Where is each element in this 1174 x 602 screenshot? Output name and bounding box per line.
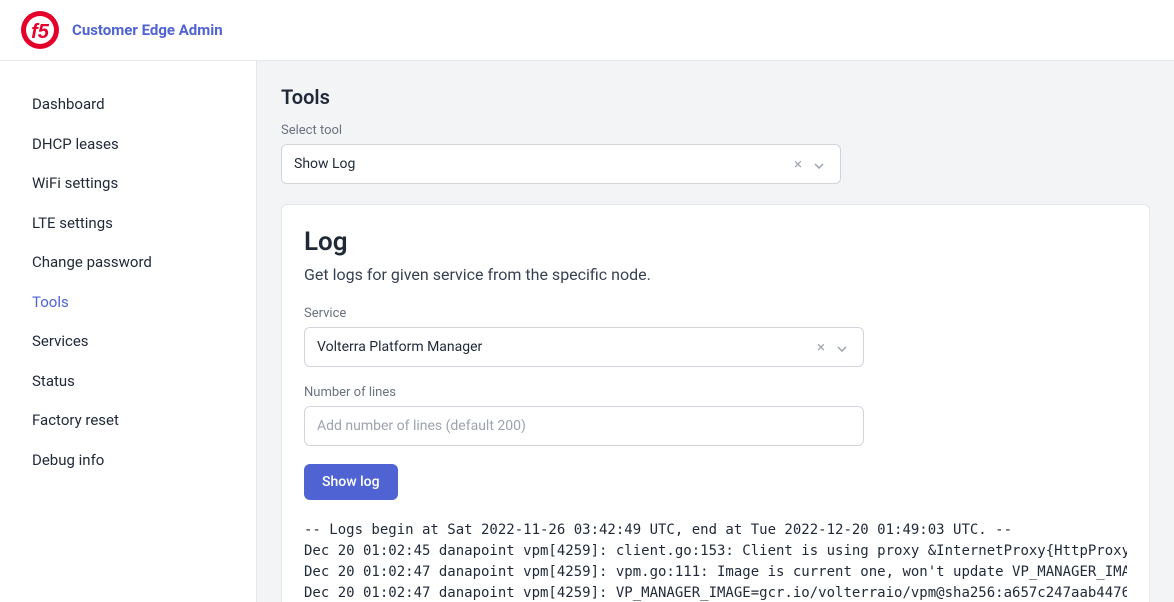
sidebar: Dashboard DHCP leases WiFi settings LTE … xyxy=(0,61,257,602)
sidebar-item-lte-settings[interactable]: LTE settings xyxy=(0,204,256,244)
clear-icon[interactable]: × xyxy=(809,340,833,355)
chevron-down-icon[interactable] xyxy=(810,156,828,172)
page-title: Tools xyxy=(281,85,1150,109)
service-select[interactable]: Volterra Platform Manager × xyxy=(304,327,864,367)
service-label: Service xyxy=(304,306,1127,321)
show-log-button[interactable]: Show log xyxy=(304,464,398,500)
header: f5 Customer Edge Admin xyxy=(0,0,1174,61)
select-tool[interactable]: Show Log × xyxy=(281,144,841,184)
app-title: Customer Edge Admin xyxy=(72,21,223,39)
tool-select-group: Select tool Show Log × xyxy=(281,123,841,184)
sidebar-item-debug-info[interactable]: Debug info xyxy=(0,441,256,481)
svg-text:f5: f5 xyxy=(31,21,50,43)
sidebar-item-change-password[interactable]: Change password xyxy=(0,243,256,283)
sidebar-item-factory-reset[interactable]: Factory reset xyxy=(0,401,256,441)
sidebar-item-tools[interactable]: Tools xyxy=(0,283,256,323)
log-panel: Log Get logs for given service from the … xyxy=(281,204,1150,602)
f5-logo: f5 xyxy=(20,10,60,50)
lines-input[interactable] xyxy=(304,406,864,446)
service-select-value: Volterra Platform Manager xyxy=(317,339,809,355)
sidebar-item-status[interactable]: Status xyxy=(0,362,256,402)
sidebar-item-dashboard[interactable]: Dashboard xyxy=(0,85,256,125)
sidebar-item-wifi-settings[interactable]: WiFi settings xyxy=(0,164,256,204)
log-output: -- Logs begin at Sat 2022-11-26 03:42:49… xyxy=(304,520,1127,602)
select-tool-value: Show Log xyxy=(294,156,786,172)
lines-label: Number of lines xyxy=(304,385,1127,400)
main: Tools Select tool Show Log × Log Get log… xyxy=(257,61,1174,602)
chevron-down-icon[interactable] xyxy=(833,339,851,355)
clear-icon[interactable]: × xyxy=(786,157,810,172)
select-tool-label: Select tool xyxy=(281,123,841,138)
service-group: Service Volterra Platform Manager × xyxy=(304,306,1127,367)
panel-title: Log xyxy=(304,227,1127,257)
lines-group: Number of lines xyxy=(304,385,1127,446)
sidebar-item-services[interactable]: Services xyxy=(0,322,256,362)
panel-description: Get logs for given service from the spec… xyxy=(304,265,1127,284)
sidebar-item-dhcp-leases[interactable]: DHCP leases xyxy=(0,125,256,165)
container: Dashboard DHCP leases WiFi settings LTE … xyxy=(0,61,1174,602)
